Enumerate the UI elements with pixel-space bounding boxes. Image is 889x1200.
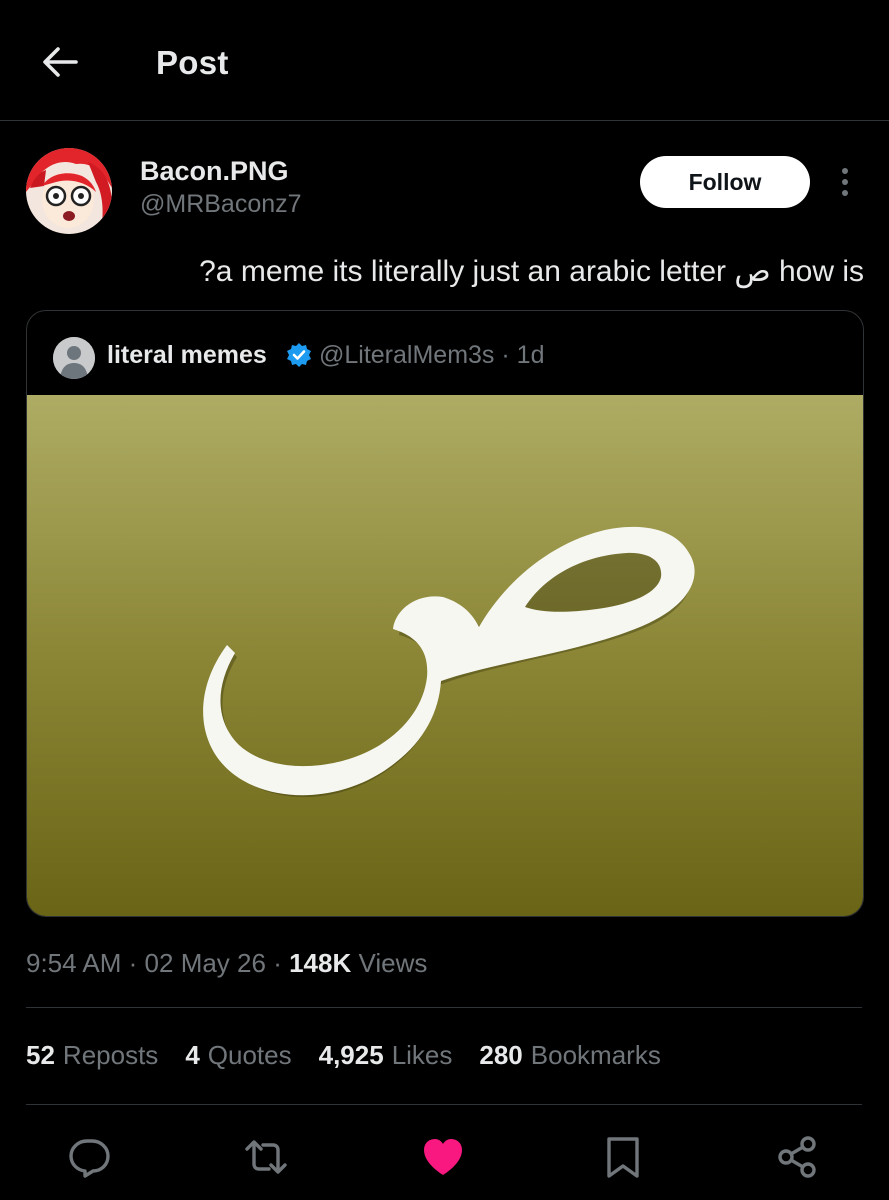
quoted-time: · 1d bbox=[501, 341, 545, 369]
stat-count: 4 bbox=[185, 1040, 200, 1070]
stat-count: 52 bbox=[26, 1040, 55, 1070]
stat-label: Quotes bbox=[207, 1040, 292, 1070]
heart-icon[interactable] bbox=[420, 1134, 466, 1180]
stat-quotes[interactable]: 4 Quotes bbox=[185, 1040, 291, 1071]
stat-label: Reposts bbox=[62, 1040, 159, 1070]
quoted-display-name[interactable]: literal memes bbox=[107, 341, 267, 370]
post-meta: 9:54 AM · 02 May 26 · 148K Views bbox=[26, 948, 427, 979]
stat-count: 280 bbox=[479, 1040, 523, 1070]
reply-icon[interactable] bbox=[66, 1134, 112, 1180]
divider bbox=[0, 120, 889, 121]
stat-label: Likes bbox=[391, 1040, 453, 1070]
views-label: Views bbox=[358, 948, 428, 978]
views-count: 148K bbox=[289, 948, 352, 978]
stat-likes[interactable]: 4,925 Likes bbox=[319, 1040, 453, 1071]
quoted-handle[interactable]: @LiteralMem3s · 1d bbox=[319, 341, 544, 370]
meta-dot: · bbox=[128, 948, 138, 978]
verified-badge-icon bbox=[286, 342, 312, 368]
stat-reposts[interactable]: 52 Reposts bbox=[26, 1040, 158, 1071]
quoted-avatar[interactable] bbox=[53, 337, 95, 379]
avatar[interactable] bbox=[26, 148, 112, 234]
page-title: Post bbox=[156, 44, 229, 81]
quoted-image[interactable] bbox=[27, 395, 863, 916]
user-handle[interactable]: @MRBaconz7 bbox=[140, 190, 302, 219]
stat-count: 4,925 bbox=[318, 1040, 384, 1070]
engagement-stats: 52 Reposts 4 Quotes 4,925 Likes 280 Bookmark… bbox=[26, 1040, 661, 1071]
follow-button[interactable]: Follow bbox=[640, 156, 810, 208]
meta-dot: · bbox=[273, 948, 282, 978]
stat-label: Bookmarks bbox=[530, 1040, 661, 1070]
bookmark-icon[interactable] bbox=[600, 1134, 646, 1180]
share-icon[interactable] bbox=[775, 1134, 821, 1180]
display-name[interactable]: Bacon.PNG bbox=[140, 156, 289, 187]
post-text: ?a meme its literally just an arabic let… bbox=[199, 255, 864, 288]
repost-icon[interactable] bbox=[243, 1134, 289, 1180]
divider bbox=[26, 1104, 862, 1105]
divider bbox=[26, 1007, 862, 1008]
post-date[interactable]: 02 May 26 bbox=[145, 948, 266, 978]
quoted-post[interactable]: literal memes @LiteralMem3s · 1d bbox=[26, 310, 864, 917]
post-time[interactable]: 9:54 AM bbox=[26, 948, 121, 978]
stat-bookmarks[interactable]: 280 Bookmarks bbox=[479, 1040, 660, 1071]
quoted-handle-text: @LiteralMem3s bbox=[319, 341, 495, 369]
back-arrow-icon[interactable] bbox=[40, 42, 80, 82]
more-options-icon[interactable] bbox=[830, 162, 860, 202]
